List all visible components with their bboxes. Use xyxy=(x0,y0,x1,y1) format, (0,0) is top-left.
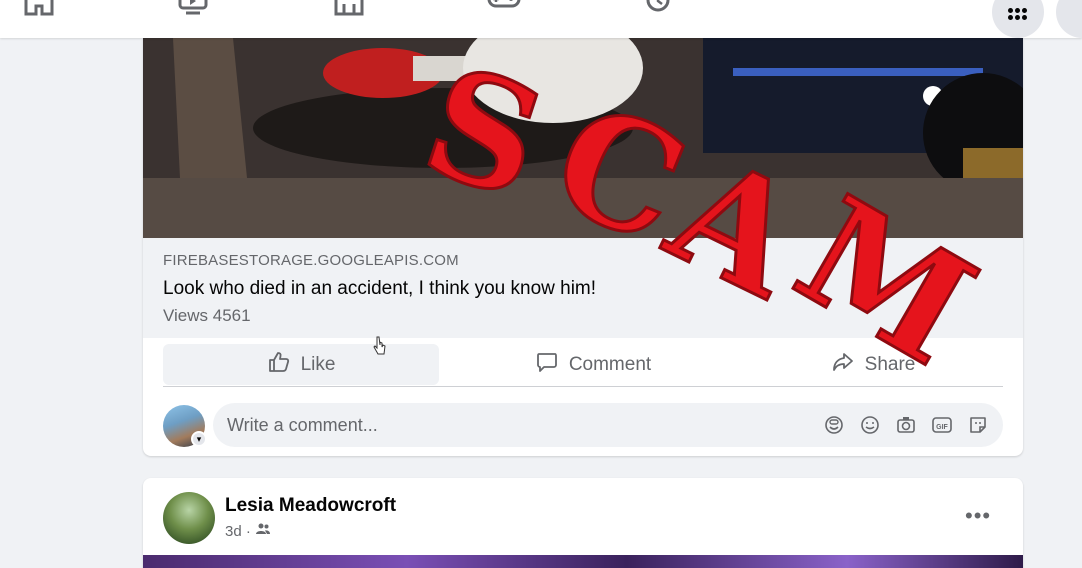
sticker-icon[interactable] xyxy=(967,414,989,436)
post-time[interactable]: 3d · xyxy=(225,523,251,540)
emoji-icon[interactable] xyxy=(859,414,881,436)
post-image[interactable] xyxy=(143,555,1023,568)
gaming-icon[interactable] xyxy=(487,0,521,18)
chevron-down-icon[interactable]: ▾ xyxy=(191,431,207,447)
more-options-button[interactable]: ••• xyxy=(965,505,991,527)
comment-box[interactable]: GIF xyxy=(213,403,1003,447)
link-domain: FIREBASESTORAGE.GOOGLEAPIS.COM xyxy=(163,252,459,269)
scam-overlay: S C A M xyxy=(404,25,1040,401)
home-icon[interactable] xyxy=(22,0,56,18)
scam-letter-s: S xyxy=(405,33,562,234)
comment-input[interactable] xyxy=(227,403,797,447)
mouse-cursor-icon xyxy=(373,336,387,356)
thumbs-up-icon xyxy=(267,350,291,380)
marketplace-icon[interactable] xyxy=(332,0,366,18)
memories-icon[interactable] xyxy=(641,0,675,18)
like-label: Like xyxy=(300,353,336,375)
svg-text:GIF: GIF xyxy=(936,424,948,431)
messenger-icon[interactable] xyxy=(1056,0,1082,38)
avatar-sticker-icon[interactable] xyxy=(823,414,845,436)
post-meta: 3d · xyxy=(225,522,271,540)
views-count: Views 4561 xyxy=(163,306,251,325)
post-card: Lesia Meadowcroft 3d · ••• xyxy=(143,478,1023,568)
camera-icon[interactable] xyxy=(895,414,917,436)
avatar[interactable] xyxy=(163,492,215,544)
post-author[interactable]: Lesia Meadowcroft xyxy=(225,495,396,517)
friends-icon xyxy=(255,522,271,540)
watch-icon[interactable] xyxy=(176,0,210,18)
comment-composer: ▾ GIF xyxy=(163,403,1003,447)
like-button[interactable]: Like xyxy=(163,344,439,385)
gif-icon[interactable]: GIF xyxy=(931,414,953,436)
